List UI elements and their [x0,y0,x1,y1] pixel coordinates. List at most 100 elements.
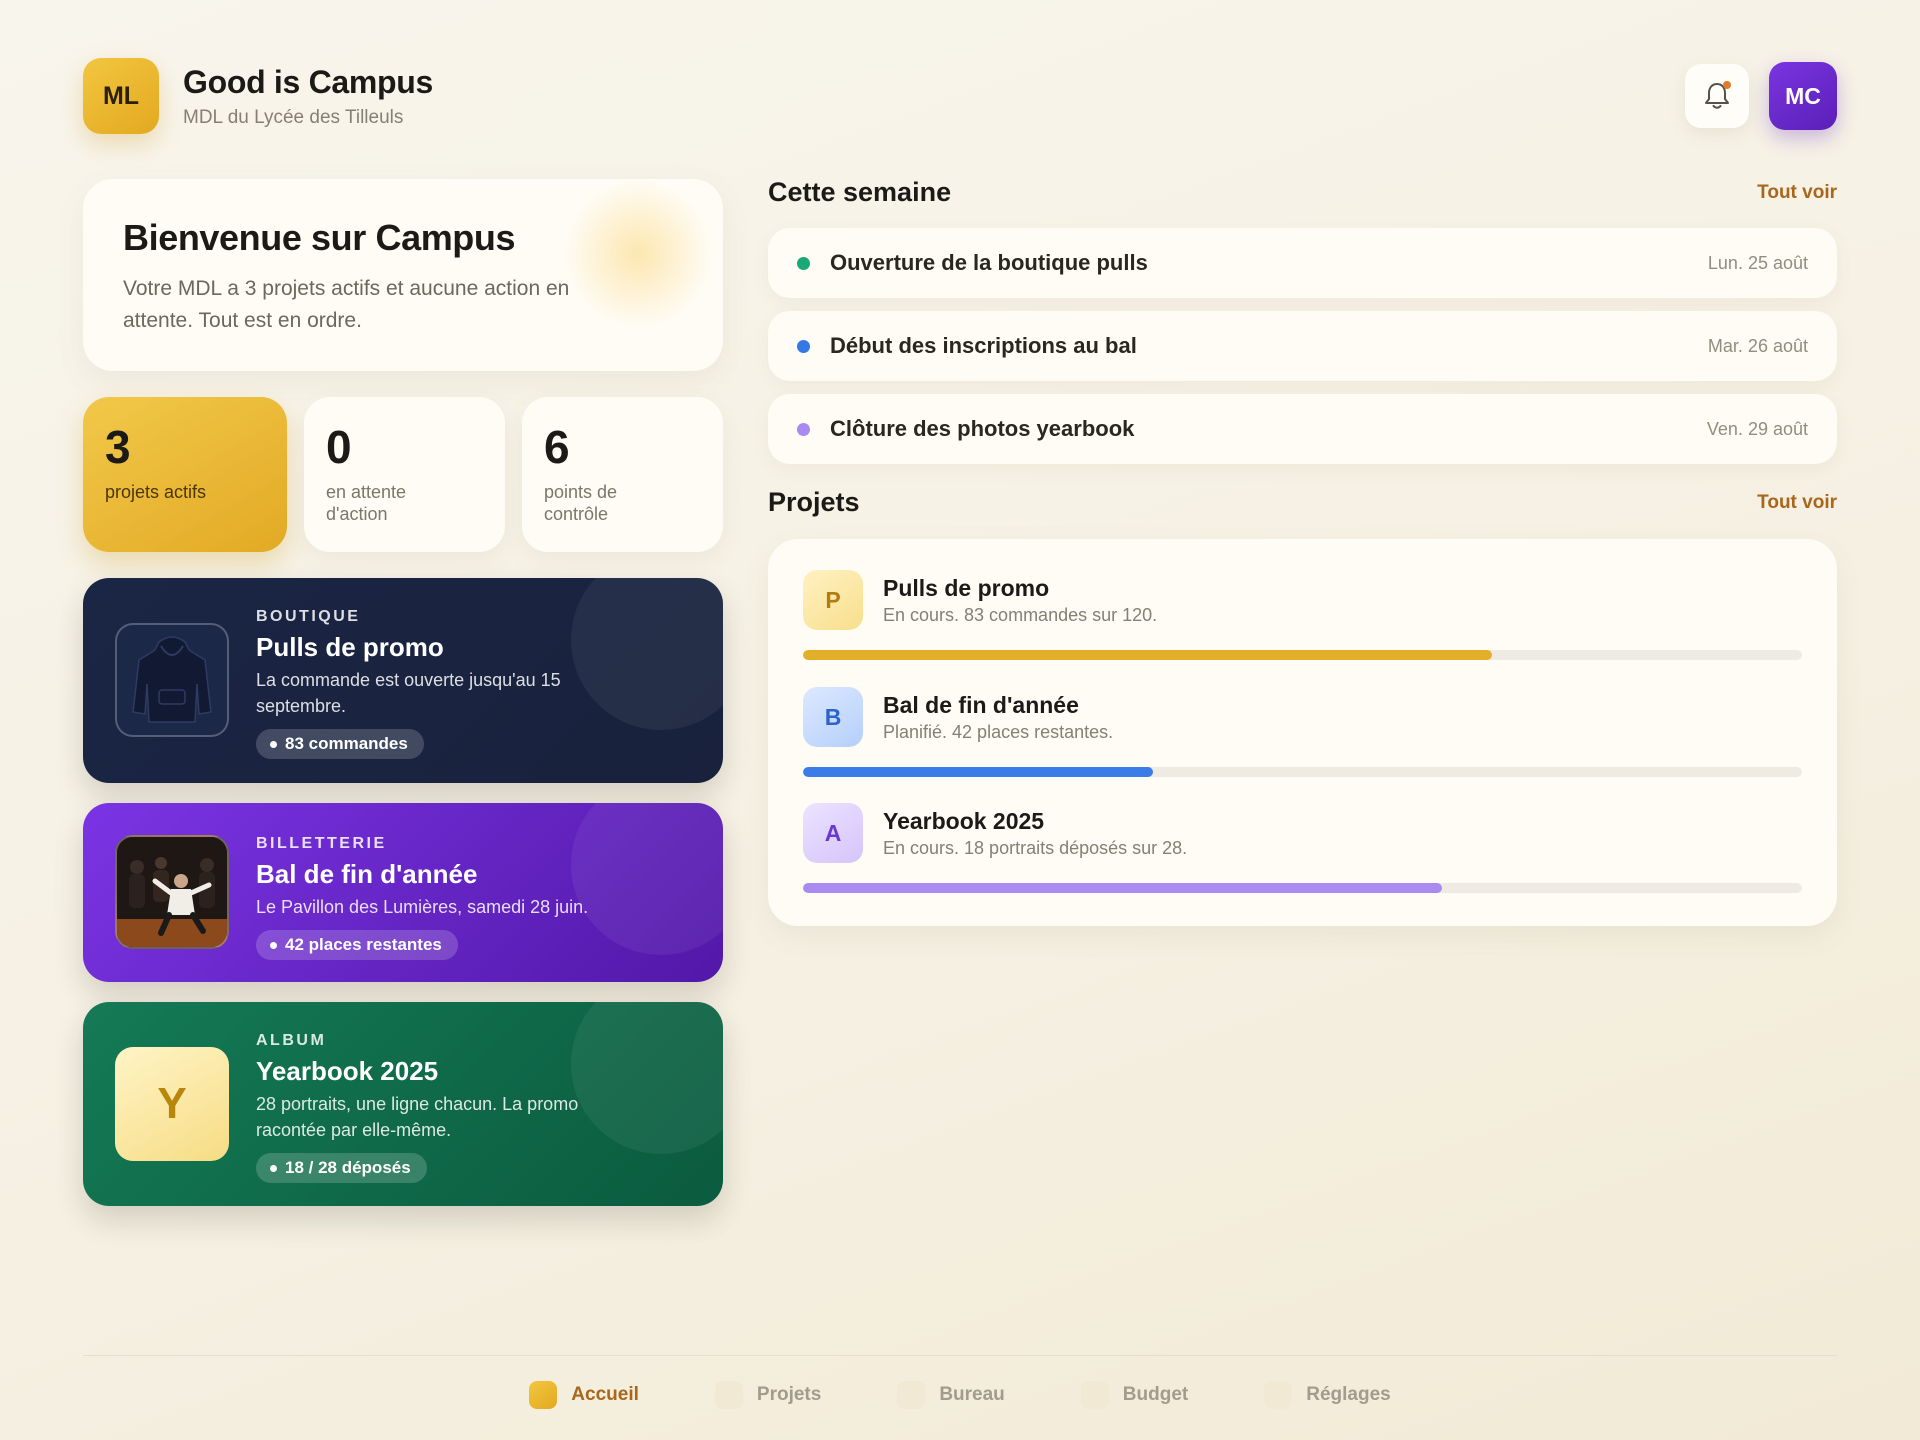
dancers-image [117,837,227,947]
event-name: Clôture des photos yearbook [830,416,1135,441]
notification-badge [1723,81,1731,89]
hoodie-image [115,623,229,737]
stat-value: 0 [326,421,352,473]
app-header: ML Good is Campus MDL du Lycée des Tille… [83,58,1837,134]
project-status: En cours. 83 commandes sur 120. [883,605,1158,625]
feature-badge: 83 commandes [256,729,424,759]
settings-icon [1264,1381,1293,1409]
brand: ML Good is Campus MDL du Lycée des Tille… [83,58,433,134]
week-section-header: Cette semaine Tout voir [768,177,1837,208]
welcome-text: Votre MDL a 3 projets actifs et aucune a… [123,277,570,332]
project-row[interactable]: B Bal de fin d'année Planifié. 42 places… [803,687,1802,787]
badge-label: 42 places restantes [285,935,442,954]
stat-label: projets actifs [105,482,207,502]
home-icon [529,1381,558,1409]
budget-icon [1080,1381,1109,1409]
nav-item-reglages[interactable]: Réglages [1264,1381,1391,1409]
progress-fill [803,767,1153,777]
badge-label: 83 commandes [285,734,408,753]
event-date: Ven. 29 août [1706,418,1808,439]
nav-label: Bureau [939,1384,1005,1405]
progress-track [803,883,1802,893]
status-dot [797,339,810,353]
nav-label: Budget [1122,1384,1189,1405]
feature-card-album[interactable]: Y ALBUM Yearbook 2025 28 portraits, une … [83,1002,723,1206]
stat-label: points de contrôle [544,482,618,524]
week-see-all-link[interactable]: Tout voir [1757,182,1837,204]
event-row[interactable]: Clôture des photos yearbook Ven. 29 août [768,394,1837,464]
nav-item-budget[interactable]: Budget [1080,1381,1189,1409]
project-status: Planifié. 42 places restantes. [883,722,1114,742]
organization-name: MDL du Lycée des Tilleuls [183,106,404,128]
stat-value: 3 [105,421,131,473]
feature-description: Le Pavillon des Lumières, samedi 28 juin… [256,897,589,917]
progress-track [803,650,1802,660]
progress-fill [803,650,1493,660]
dot-icon [270,740,277,748]
feature-badge: 42 places restantes [256,930,458,960]
feature-title: Pulls de promo [256,632,444,662]
nav-item-accueil[interactable]: Accueil [529,1381,639,1409]
event-date: Mar. 26 août [1707,335,1808,356]
project-icon: B [803,687,863,747]
feature-badge: 18 / 28 déposés [256,1153,427,1183]
notifications-button[interactable] [1685,64,1749,128]
party-photo [115,835,229,949]
nav-label: Projets [756,1384,822,1405]
header-actions: MC [1685,62,1837,130]
office-icon [897,1381,926,1409]
bottom-navigation: Accueil Projets Bureau Budget Réglages [83,1355,1837,1440]
feature-title: Yearbook 2025 [256,1056,439,1086]
projects-card: P Pulls de promo En cours. 83 commandes … [768,539,1837,926]
badge-label: 18 / 28 déposés [285,1158,411,1177]
feature-category: BOUTIQUE [256,608,361,625]
feature-title: Bal de fin d'année [256,859,478,889]
feature-card-boutique[interactable]: BOUTIQUE Pulls de promo La commande est … [83,578,723,783]
projects-see-all-link[interactable]: Tout voir [1757,492,1837,514]
week-title: Cette semaine [768,177,952,207]
nav-item-projets[interactable]: Projets [714,1381,822,1409]
event-row[interactable]: Ouverture de la boutique pulls Lun. 25 a… [768,228,1837,298]
hoodie-icon [132,636,212,723]
projects-icon [714,1381,743,1409]
project-name: Yearbook 2025 [883,808,1045,834]
app-title: Good is Campus [183,63,434,100]
feature-body: BILLETTERIE Bal de fin d'année Le Pavill… [256,835,643,960]
stat-active-projects[interactable]: 3 projets actifs [83,397,287,552]
project-name: Bal de fin d'année [883,692,1079,718]
organization-logo[interactable]: ML [83,58,159,134]
project-name: Pulls de promo [883,575,1050,601]
nav-item-bureau[interactable]: Bureau [897,1381,1005,1409]
event-date: Lun. 25 août [1707,252,1808,273]
projects-title: Projets [768,487,860,517]
project-icon: A [803,803,863,863]
dot-icon [270,941,277,949]
feature-category: ALBUM [256,1032,327,1049]
event-name: Ouverture de la boutique pulls [830,250,1148,275]
projects-section-header: Projets Tout voir [768,487,1837,518]
stats-row: 3 projets actifs 0 en attente d'action 6… [83,397,723,552]
feature-body: ALBUM Yearbook 2025 28 portraits, une li… [256,1032,643,1183]
welcome-title: Bienvenue sur Campus [123,217,516,258]
stat-pending-actions[interactable]: 0 en attente d'action [304,397,505,552]
event-row[interactable]: Début des inscriptions au bal Mar. 26 ao… [768,311,1837,381]
progress-fill [803,883,1443,893]
nav-label: Accueil [571,1384,639,1405]
project-icon: P [803,570,863,630]
project-row[interactable]: P Pulls de promo En cours. 83 commandes … [803,570,1802,670]
status-dot [797,422,810,436]
status-dot [797,256,810,270]
stat-checkpoints[interactable]: 6 points de contrôle [522,397,723,552]
feature-body: BOUTIQUE Pulls de promo La commande est … [256,608,643,759]
dot-icon [270,1164,277,1172]
feature-category: BILLETTERIE [256,835,387,852]
feature-card-billetterie[interactable]: BILLETTERIE Bal de fin d'année Le Pavill… [83,803,723,982]
feature-description: 28 portraits, une ligne chacun. La promo… [256,1094,579,1140]
welcome-card: Bienvenue sur Campus Votre MDL a 3 proje… [83,179,723,371]
project-row[interactable]: A Yearbook 2025 En cours. 18 portraits d… [803,803,1802,903]
nav-label: Réglages [1306,1384,1391,1405]
stat-label: en attente d'action [326,482,407,524]
user-avatar[interactable]: MC [1769,62,1837,130]
progress-track [803,767,1802,777]
event-name: Début des inscriptions au bal [830,333,1137,358]
